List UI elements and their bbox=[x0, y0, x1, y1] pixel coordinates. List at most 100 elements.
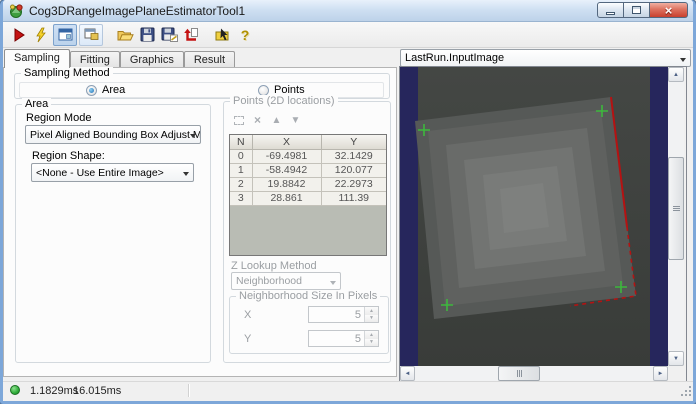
table-row: 3 28.861 111.39 bbox=[230, 190, 386, 206]
vertical-scrollbar[interactable]: ▲ ▼ bbox=[668, 67, 684, 366]
points-toolbar: × ▲ ▼ bbox=[229, 112, 305, 128]
area-group-label: Area bbox=[22, 98, 52, 110]
arrow-right-icon: ► bbox=[657, 370, 664, 377]
floating-window-lock-icon bbox=[84, 28, 98, 40]
z-lookup-label: Z Lookup Method bbox=[231, 260, 317, 272]
status-run-time: 1.1829ms bbox=[30, 385, 79, 397]
chevron-down-icon bbox=[680, 58, 686, 62]
arrow-up-icon: ▲ bbox=[673, 71, 679, 78]
table-cell: 0 bbox=[230, 148, 253, 164]
arrow-left-icon: ◄ bbox=[404, 370, 411, 377]
sampling-method-group-label: Sampling Method bbox=[21, 67, 113, 79]
resize-grip[interactable] bbox=[679, 384, 691, 396]
save-as-button[interactable] bbox=[159, 25, 179, 45]
tool-edit-window: Cog3DRangeImagePlaneEstimatorTool1 × ? S… bbox=[0, 0, 696, 404]
delete-icon: × bbox=[253, 113, 261, 127]
open-folder-icon bbox=[117, 30, 134, 40]
scroll-down-button[interactable]: ▼ bbox=[668, 351, 684, 366]
horizontal-scrollbar[interactable]: ◄ ► bbox=[400, 366, 668, 381]
col-n: N bbox=[230, 135, 253, 150]
table-cell: 120.077 bbox=[320, 162, 386, 178]
vertical-scroll-thumb[interactable] bbox=[668, 157, 684, 260]
titlebar[interactable]: Cog3DRangeImagePlaneEstimatorTool1 × bbox=[3, 0, 693, 22]
neighborhood-size-group: Neighborhood Size In Pixels X 5 ▲ ▼ Y 5 … bbox=[229, 290, 389, 354]
region-mode-label: Region Mode bbox=[26, 112, 92, 124]
region-shape-label: Region Shape: bbox=[32, 150, 105, 162]
y-spinner: 5 ▲ ▼ bbox=[308, 330, 379, 347]
tab-graphics[interactable]: Graphics bbox=[119, 51, 184, 68]
table-cell: 1 bbox=[230, 162, 253, 178]
close-button[interactable]: × bbox=[650, 2, 688, 18]
x-label: X bbox=[244, 309, 252, 321]
spin-up-icon: ▲ bbox=[365, 331, 378, 339]
image-display[interactable]: ▲ ▼ ◄ ► bbox=[399, 66, 687, 382]
table-cell: 3 bbox=[230, 190, 253, 206]
display-source-value: LastRun.InputImage bbox=[405, 52, 505, 64]
close-icon: × bbox=[664, 2, 673, 18]
spin-down-icon: ▼ bbox=[365, 338, 378, 346]
maximize-icon bbox=[632, 6, 641, 14]
add-point-button bbox=[229, 112, 248, 128]
points-group-label: Points (2D locations) bbox=[230, 95, 338, 107]
help-icon: ? bbox=[240, 26, 250, 43]
table-cell: 19.8842 bbox=[251, 176, 322, 192]
display-source-combo[interactable]: LastRun.InputImage bbox=[400, 49, 691, 67]
table-header-row: N X Y bbox=[230, 135, 386, 150]
plane-surface bbox=[415, 97, 636, 319]
arrow-down-icon: ▼ bbox=[673, 355, 679, 362]
region-mode-combo[interactable]: Pixel Aligned Bounding Box Adjust Mask bbox=[25, 125, 201, 144]
tab-sampling[interactable]: Sampling bbox=[4, 49, 70, 68]
status-total-time: 16.015ms bbox=[73, 385, 122, 397]
open-file-button[interactable] bbox=[115, 25, 135, 45]
region-shape-value: <None - Use Entire Image> bbox=[36, 166, 164, 179]
points-group: Points (2D locations) × ▲ ▼ N X Y 0 -69.… bbox=[223, 95, 391, 363]
show-image-display-button[interactable] bbox=[53, 23, 77, 46]
horizontal-scroll-thumb[interactable] bbox=[498, 366, 540, 381]
auto-run-button[interactable] bbox=[31, 25, 51, 45]
radio-area[interactable]: Area bbox=[86, 84, 125, 96]
help-button[interactable]: ? bbox=[235, 25, 255, 45]
maximize-button[interactable] bbox=[624, 2, 650, 18]
save-file-button[interactable] bbox=[137, 25, 157, 45]
tab-fitting[interactable]: Fitting bbox=[69, 51, 120, 68]
region-shape-combo[interactable]: <None - Use Entire Image> bbox=[31, 163, 194, 182]
radio-area-label: Area bbox=[102, 84, 126, 96]
floating-editor-button[interactable] bbox=[79, 23, 103, 46]
range-image-view[interactable] bbox=[400, 67, 668, 366]
scroll-right-button[interactable]: ► bbox=[653, 366, 668, 381]
table-cell: 2 bbox=[230, 176, 253, 192]
toolbar: ? bbox=[3, 22, 693, 48]
electric-params-button[interactable] bbox=[213, 25, 233, 45]
right-outofrange-band bbox=[650, 67, 668, 366]
run-icon bbox=[14, 27, 25, 42]
table-row: 1 -58.4942 120.077 bbox=[230, 162, 386, 178]
run-button[interactable] bbox=[9, 25, 29, 45]
table-row: 0 -69.4981 32.1429 bbox=[230, 148, 386, 164]
scroll-left-button[interactable]: ◄ bbox=[400, 366, 415, 381]
status-separator bbox=[188, 384, 189, 397]
table-cell: -58.4942 bbox=[251, 162, 322, 178]
move-up-button: ▲ bbox=[267, 112, 286, 128]
sampling-tabpage: Sampling Method Area Points Area Region … bbox=[3, 67, 397, 377]
y-label: Y bbox=[244, 333, 252, 345]
spin-down-icon: ▼ bbox=[365, 314, 378, 322]
image-display-icon bbox=[58, 28, 72, 41]
minimize-icon bbox=[606, 11, 615, 15]
spin-up-icon: ▲ bbox=[365, 307, 378, 315]
tab-result[interactable]: Result bbox=[183, 51, 236, 68]
chevron-down-icon bbox=[183, 172, 189, 176]
thumb-grip bbox=[672, 206, 680, 211]
thumb-grip bbox=[516, 370, 522, 377]
delete-point-button: × bbox=[248, 112, 267, 128]
import-button[interactable] bbox=[181, 25, 201, 45]
scroll-up-button[interactable]: ▲ bbox=[668, 67, 684, 82]
minimize-button[interactable] bbox=[597, 2, 624, 18]
table-cell: 111.39 bbox=[320, 190, 386, 206]
electric-tool-icon bbox=[215, 28, 228, 41]
app-icon bbox=[10, 4, 23, 18]
table-cell: -69.4981 bbox=[251, 148, 322, 164]
table-cell: 32.1429 bbox=[320, 148, 386, 164]
statusbar: 1.1829ms 16.015ms bbox=[3, 381, 693, 398]
table-cell: 22.2973 bbox=[320, 176, 386, 192]
area-group: Area Region Mode Pixel Aligned Bounding … bbox=[15, 98, 211, 363]
